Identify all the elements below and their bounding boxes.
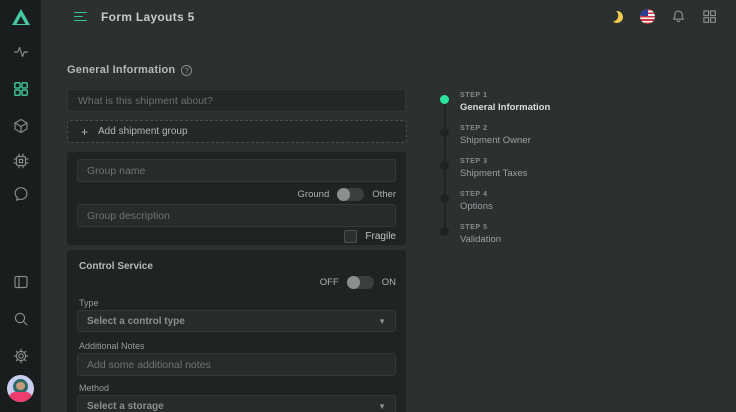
fragile-label: Fragile [365, 231, 396, 242]
ground-other-toggle-row: Ground Other [298, 188, 396, 201]
step-label: STEP 3 [460, 158, 527, 165]
shipment-group-card: Ground Other Fragile [67, 152, 406, 245]
step-2-shipment-owner[interactable]: STEP 2 Shipment Owner [440, 121, 531, 146]
step-title: Shipment Owner [460, 135, 531, 146]
sidebar-toggle-icon[interactable] [12, 273, 29, 290]
menu-hamburger-icon[interactable] [72, 9, 89, 25]
main-content: General Information ? + Add shipment gro… [41, 33, 736, 412]
step-1-general-information[interactable]: STEP 1 General Information [440, 88, 550, 113]
logo-triangle-icon [11, 8, 31, 26]
avatar-shirt [9, 392, 32, 402]
toggle-right-label: Other [372, 189, 396, 200]
user-avatar[interactable] [7, 375, 34, 402]
notifications-bell-icon[interactable] [670, 8, 687, 25]
additional-notes-input[interactable] [77, 353, 396, 376]
step-title: Shipment Taxes [460, 168, 527, 179]
shipment-about-input[interactable] [67, 89, 406, 112]
help-icon[interactable]: ? [181, 65, 192, 76]
off-on-switch[interactable] [347, 276, 374, 289]
wizard-stepper: STEP 1 General Information STEP 2 Shipme… [440, 88, 680, 258]
search-icon[interactable] [12, 310, 29, 327]
step-title: Validation [460, 234, 501, 245]
ground-other-switch[interactable] [337, 188, 364, 201]
control-type-value: Select a control type [87, 316, 185, 327]
section-title: General Information [67, 64, 175, 76]
step-4-options[interactable]: STEP 4 Options [440, 187, 493, 212]
notes-label: Additional Notes [79, 341, 145, 351]
fragile-checkbox[interactable] [344, 230, 357, 243]
section-heading: General Information ? [67, 64, 192, 76]
step-label: STEP 2 [460, 125, 531, 132]
settings-gear-icon[interactable] [12, 347, 29, 364]
control-service-title: Control Service [79, 261, 153, 272]
step-dot [440, 95, 449, 104]
step-title: Options [460, 201, 493, 212]
step-3-shipment-taxes[interactable]: STEP 3 Shipment Taxes [440, 154, 527, 179]
step-dot [440, 227, 449, 236]
add-group-label: Add shipment group [98, 126, 188, 137]
cube-icon[interactable] [12, 117, 29, 134]
storage-method-select[interactable]: Select a storage ▼ [77, 395, 396, 412]
cpu-icon[interactable] [12, 152, 29, 169]
step-5-validation[interactable]: STEP 5 Validation [440, 220, 501, 245]
control-service-card: Control Service OFF ON Type Select a con… [67, 250, 406, 412]
group-description-input[interactable] [77, 204, 396, 227]
chevron-down-icon: ▼ [378, 402, 386, 411]
layouts-grid-icon[interactable] [12, 80, 29, 97]
type-label: Type [79, 298, 99, 308]
step-title: General Information [460, 102, 550, 113]
add-shipment-group-button[interactable]: + Add shipment group [67, 120, 407, 143]
control-type-select[interactable]: Select a control type ▼ [77, 310, 396, 332]
off-label: OFF [320, 277, 339, 288]
toggle-left-label: Ground [298, 189, 330, 200]
step-label: STEP 4 [460, 191, 493, 198]
header-actions [608, 8, 718, 25]
chat-icon[interactable] [12, 185, 29, 202]
app-logo[interactable] [0, 0, 41, 34]
activity-icon[interactable] [12, 43, 29, 60]
top-header: Form Layouts 5 [41, 0, 736, 33]
method-label: Method [79, 383, 109, 393]
switch-knob [347, 276, 360, 289]
storage-method-value: Select a storage [87, 401, 164, 412]
page-title: Form Layouts 5 [101, 10, 195, 24]
step-dot [440, 128, 449, 137]
step-dot [440, 161, 449, 170]
theme-moon-icon[interactable] [608, 8, 625, 25]
off-on-toggle-row: OFF ON [320, 276, 396, 289]
chevron-down-icon: ▼ [378, 317, 386, 326]
avatar-face [16, 382, 25, 390]
on-label: ON [382, 277, 396, 288]
group-name-input[interactable] [77, 159, 396, 182]
apps-grid-icon[interactable] [701, 8, 718, 25]
step-label: STEP 1 [460, 92, 550, 99]
language-flag-icon[interactable] [639, 8, 656, 25]
plus-icon: + [81, 126, 88, 138]
sidebar [0, 0, 41, 412]
step-label: STEP 5 [460, 224, 501, 231]
fragile-check-row: Fragile [344, 230, 396, 243]
switch-knob [337, 188, 350, 201]
step-dot [440, 194, 449, 203]
